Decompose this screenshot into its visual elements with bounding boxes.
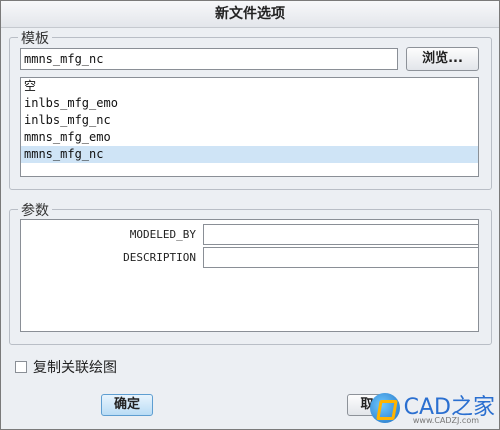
cad-logo-icon	[369, 393, 400, 423]
dialog-title: 新文件选项	[1, 1, 499, 28]
list-item[interactable]: inlbs_mfg_nc	[21, 112, 478, 129]
list-item-selected[interactable]: mmns_mfg_nc	[21, 146, 478, 163]
modeled-by-field[interactable]	[203, 224, 479, 245]
copy-drawing-checkbox[interactable]	[15, 361, 27, 373]
params-table: MODELED_BY DESCRIPTION	[20, 219, 479, 332]
param-label-description: DESCRIPTION	[123, 251, 196, 264]
new-file-options-dialog: 新文件选项 模板 mmns_mfg_nc 浏览... 空 inlbs_mfg_e…	[0, 0, 500, 430]
list-item[interactable]: mmns_mfg_emo	[21, 129, 478, 146]
list-item[interactable]: inlbs_mfg_emo	[21, 95, 478, 112]
template-group-label: 模板	[18, 28, 52, 48]
param-label-modeled-by: MODELED_BY	[129, 228, 196, 241]
watermark-url: www.CADZJ.com	[412, 416, 479, 425]
params-group-label: 参数	[18, 200, 52, 220]
browse-button[interactable]: 浏览...	[406, 47, 479, 71]
template-list[interactable]: 空 inlbs_mfg_emo inlbs_mfg_nc mmns_mfg_em…	[20, 77, 479, 177]
ok-button[interactable]: 确定	[101, 394, 153, 416]
template-input[interactable]: mmns_mfg_nc	[20, 48, 398, 70]
copy-drawing-label: 复制关联绘图	[33, 360, 117, 376]
description-field[interactable]	[203, 247, 479, 268]
list-item[interactable]: 空	[21, 78, 478, 95]
